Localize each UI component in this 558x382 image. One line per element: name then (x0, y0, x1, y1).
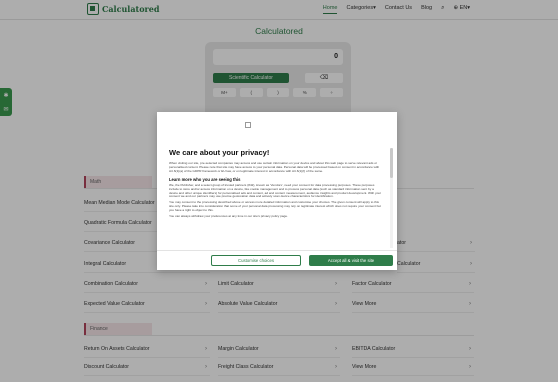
consent-paragraph: When visiting our site, pre-selected com… (169, 161, 380, 173)
consent-title: We care about your privacy! (169, 148, 270, 157)
consent-paragraph: We, the Publisher, and a select group of… (169, 182, 382, 199)
consent-scrollbar[interactable] (390, 148, 393, 248)
consent-paragraph: You may consent to the processing descri… (169, 200, 381, 213)
broken-image-icon (245, 122, 251, 128)
consent-text: We care about your privacy! When visitin… (169, 148, 383, 258)
learn-more-heading: Learn more who you are seeing this (169, 176, 241, 182)
accept-all-button[interactable]: Accept all & visit the site (309, 255, 393, 266)
consent-actions: Customise choices Accept all & visit the… (157, 250, 397, 270)
consent-dialog: We care about your privacy! When visitin… (157, 112, 397, 270)
customise-choices-button[interactable]: Customise choices (211, 255, 301, 266)
consent-paragraph: You can always withdraw your preferences… (169, 214, 288, 219)
